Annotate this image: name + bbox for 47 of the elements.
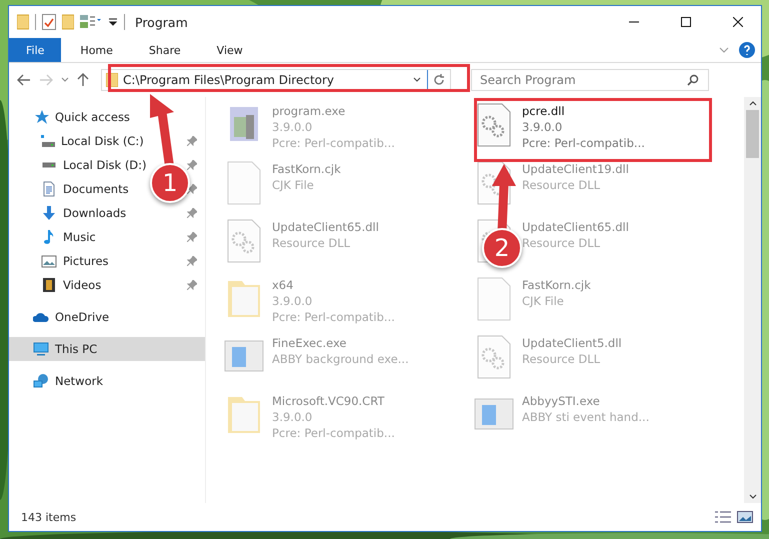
file-detail: Pcre: Perl-compatib... xyxy=(522,135,645,151)
sidebar-item[interactable]: Quick access xyxy=(55,110,130,124)
file-detail: CJK File xyxy=(272,177,314,193)
file-name[interactable]: AbbyySTI.exe xyxy=(522,393,600,409)
file-detail: ABBY sti event hand... xyxy=(522,409,650,425)
sidebar-item[interactable]: Downloads xyxy=(63,206,126,220)
file-detail: 3.9.0.0 xyxy=(272,293,312,309)
file-detail: 3.9.0.0 xyxy=(522,119,562,135)
address-field[interactable]: C:\Program Files\Program Directory xyxy=(101,69,451,91)
file-name[interactable]: pcre.dll xyxy=(522,103,565,119)
file-name[interactable]: UpdateClient5.dll xyxy=(522,335,622,351)
sidebar-item[interactable]: Pictures xyxy=(63,254,109,268)
sidebar-item[interactable]: Network xyxy=(55,374,104,388)
file-name[interactable]: FineExec.exe xyxy=(272,335,347,351)
sidebar-item[interactable]: Documents xyxy=(63,182,129,196)
file-name[interactable]: UpdateClient19.dll xyxy=(522,161,629,177)
file-name[interactable]: UpdateClient65.dll xyxy=(272,219,379,235)
file-detail: Pcre: Perl-compatib... xyxy=(272,309,395,325)
file-detail: Pcre: Perl-compatib... xyxy=(272,135,395,151)
file-detail: 3.9.0.0 xyxy=(272,409,312,425)
file-detail: ABBY background exe... xyxy=(272,351,409,367)
file-detail: Resource DLL xyxy=(522,351,600,367)
sidebar-item[interactable]: Local Disk (D:) xyxy=(63,158,147,172)
ribbon-tab[interactable]: View xyxy=(204,38,256,62)
file-name[interactable]: Microsoft.VC90.CRT xyxy=(272,393,384,409)
file-name[interactable]: x64 xyxy=(272,277,294,293)
file-detail: 3.9.0.0 xyxy=(272,119,312,135)
ribbon-tab[interactable]: File xyxy=(9,38,62,62)
file-detail: CJK File xyxy=(522,293,564,309)
sidebar-item[interactable]: Music xyxy=(63,230,96,244)
file-detail: Pcre: Perl-compatib... xyxy=(272,425,395,441)
sidebar-item[interactable]: OneDrive xyxy=(55,310,110,324)
file-detail: Resource DLL xyxy=(522,235,600,251)
file-detail: Resource DLL xyxy=(522,177,600,193)
sidebar-item[interactable]: Videos xyxy=(63,278,102,292)
file-name[interactable]: UpdateClient65.dll xyxy=(522,219,629,235)
sidebar-item[interactable]: Local Disk (C:) xyxy=(61,134,144,148)
search-field[interactable]: Search Program xyxy=(471,69,709,91)
ribbon-tab[interactable]: Home xyxy=(67,38,126,62)
item-count: 143 items xyxy=(21,510,78,524)
file-name[interactable]: FastKorn.cjk xyxy=(522,277,591,293)
window-title: Program xyxy=(135,14,189,30)
file-name[interactable]: FastKorn.cjk xyxy=(272,161,341,177)
sidebar-item[interactable]: This PC xyxy=(55,342,98,356)
file-detail: Resource DLL xyxy=(272,235,350,251)
ribbon-tab[interactable]: Share xyxy=(136,38,194,62)
file-name[interactable]: program.exe xyxy=(272,103,346,119)
